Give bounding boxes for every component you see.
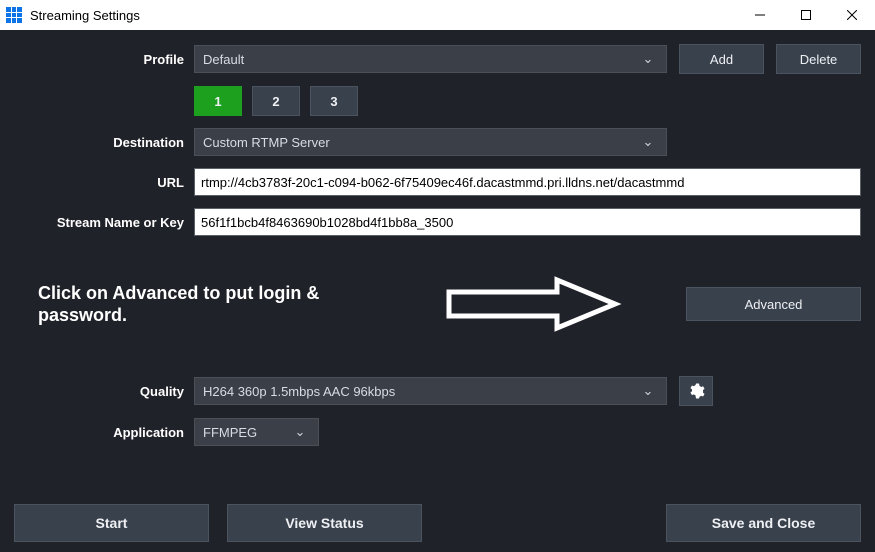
application-label: Application xyxy=(14,425,194,440)
minimize-icon xyxy=(755,10,765,20)
advanced-button[interactable]: Advanced xyxy=(686,287,861,321)
gear-icon xyxy=(687,382,705,400)
window-title: Streaming Settings xyxy=(30,8,140,23)
titlebar: Streaming Settings xyxy=(0,0,875,30)
tab-3[interactable]: 3 xyxy=(310,86,358,116)
add-button[interactable]: Add xyxy=(679,44,764,74)
destination-select[interactable]: Custom RTMP Server ⌄ xyxy=(194,128,667,156)
profile-label: Profile xyxy=(14,52,194,67)
close-icon xyxy=(847,10,857,20)
close-button[interactable] xyxy=(829,0,875,30)
destination-value: Custom RTMP Server xyxy=(203,135,330,150)
profile-select[interactable]: Default ⌄ xyxy=(194,45,667,73)
save-and-close-button[interactable]: Save and Close xyxy=(666,504,861,542)
chevron-down-icon: ⌄ xyxy=(638,383,658,399)
application-select[interactable]: FFMPEG ⌄ xyxy=(194,418,319,446)
chevron-down-icon: ⌄ xyxy=(290,424,310,440)
streamkey-input[interactable]: 56f1f1bcb4f8463690b1028bd4f1bb8a_3500 xyxy=(194,208,861,236)
tab-1[interactable]: 1 xyxy=(194,86,242,116)
app-icon xyxy=(6,7,22,23)
quality-value: H264 360p 1.5mbps AAC 96kbps xyxy=(203,384,395,399)
url-label: URL xyxy=(14,175,194,190)
annotation-text: Click on Advanced to put login & passwor… xyxy=(38,282,378,327)
url-input[interactable]: rtmp://4cb3783f-20c1-c094-b062-6f75409ec… xyxy=(194,168,861,196)
view-status-button[interactable]: View Status xyxy=(227,504,422,542)
arrow-icon xyxy=(437,276,627,332)
quality-label: Quality xyxy=(14,384,194,399)
quality-select[interactable]: H264 360p 1.5mbps AAC 96kbps ⌄ xyxy=(194,377,667,405)
maximize-button[interactable] xyxy=(783,0,829,30)
chevron-down-icon: ⌄ xyxy=(638,51,658,67)
application-value: FFMPEG xyxy=(203,425,257,440)
maximize-icon xyxy=(801,10,811,20)
quality-settings-button[interactable] xyxy=(679,376,713,406)
profile-value: Default xyxy=(203,52,244,67)
destination-label: Destination xyxy=(14,135,194,150)
delete-button[interactable]: Delete xyxy=(776,44,861,74)
minimize-button[interactable] xyxy=(737,0,783,30)
streamkey-label: Stream Name or Key xyxy=(14,215,194,230)
start-button[interactable]: Start xyxy=(14,504,209,542)
tab-2[interactable]: 2 xyxy=(252,86,300,116)
chevron-down-icon: ⌄ xyxy=(638,134,658,150)
